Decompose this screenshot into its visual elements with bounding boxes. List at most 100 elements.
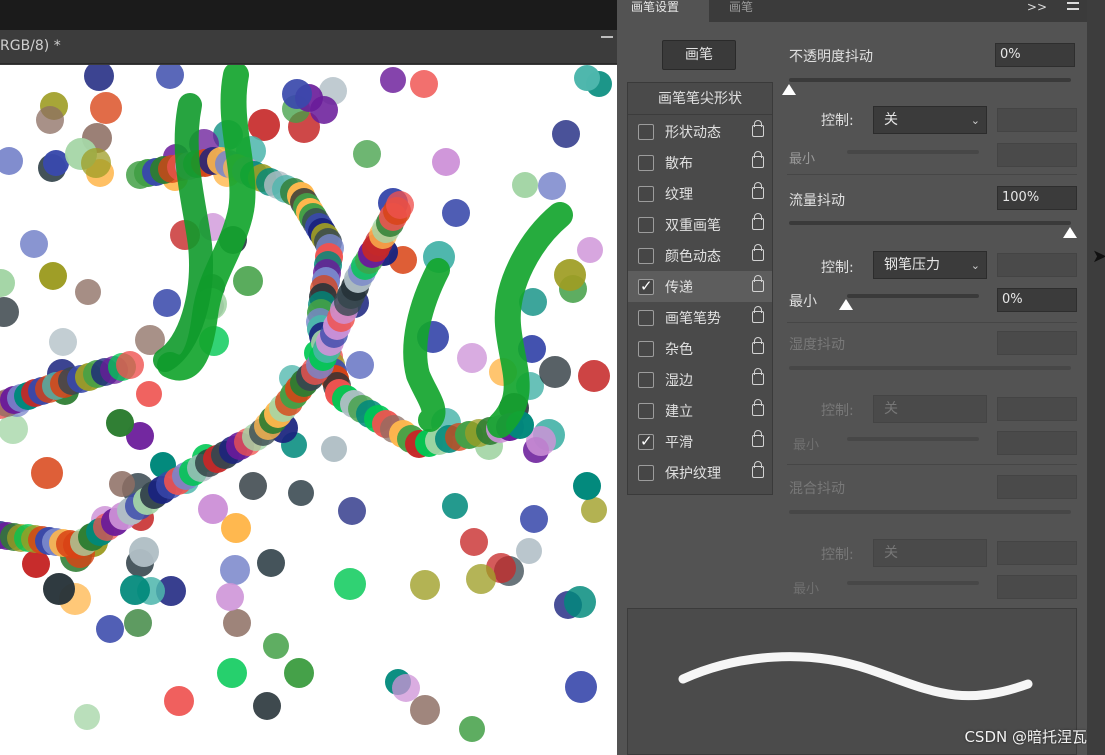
brush-option-item[interactable]: 形状动态 xyxy=(628,116,772,147)
flow-min-slider[interactable] xyxy=(847,294,979,298)
brush-options-list: 画笔笔尖形状 形状动态散布纹理双重画笔颜色动态传递画笔笔势杂色湿边建立平滑保护纹… xyxy=(627,82,773,495)
brush-option-item[interactable]: 建立 xyxy=(628,395,772,426)
brush-option-item[interactable]: 杂色 xyxy=(628,333,772,364)
opacity-jitter-label: 不透明度抖动 xyxy=(789,49,873,65)
lock-icon[interactable] xyxy=(752,461,764,478)
brush-option-item[interactable]: 保护纹理 xyxy=(628,457,772,488)
opacity-jitter-thumb[interactable] xyxy=(782,84,796,95)
brush-option-item[interactable]: 双重画笔 xyxy=(628,209,772,240)
paint-dot xyxy=(263,633,289,659)
brush-tip-shape-item[interactable]: 画笔笔尖形状 xyxy=(628,83,772,115)
paint-dot xyxy=(129,537,159,567)
option-label: 传递 xyxy=(665,280,693,296)
option-checkbox[interactable] xyxy=(638,432,654,450)
opacity-jitter-value[interactable]: 0% xyxy=(995,43,1075,67)
lock-icon[interactable] xyxy=(752,244,764,261)
mix-control-value: 关 xyxy=(884,545,898,561)
paint-dot xyxy=(153,289,181,317)
option-label: 杂色 xyxy=(665,342,693,358)
option-checkbox[interactable] xyxy=(638,124,654,140)
lock-icon[interactable] xyxy=(752,275,764,292)
paint-dot xyxy=(0,297,19,327)
lock-icon[interactable] xyxy=(752,399,764,416)
paint-dot xyxy=(353,140,381,168)
brush-option-item[interactable]: 平滑 xyxy=(628,426,772,457)
flow-min-value[interactable]: 0% xyxy=(997,288,1077,312)
lock-icon[interactable] xyxy=(752,368,764,385)
paint-dot xyxy=(120,575,150,605)
paint-dot xyxy=(574,65,600,91)
paint-dot xyxy=(346,351,374,379)
mix-control-select: 关 xyxy=(873,539,987,567)
lock-icon[interactable] xyxy=(752,182,764,199)
mix-min-slider xyxy=(847,581,979,585)
mix-control-extra-field xyxy=(997,541,1077,565)
section-divider xyxy=(787,322,1077,323)
flow-jitter-thumb[interactable] xyxy=(1063,227,1077,238)
brush-presets-button[interactable]: 画笔 xyxy=(662,40,736,70)
lock-icon[interactable] xyxy=(752,306,764,323)
paint-dot xyxy=(380,67,406,93)
option-checkbox[interactable] xyxy=(638,465,654,481)
option-checkbox[interactable] xyxy=(638,372,654,388)
paint-dot xyxy=(156,65,184,89)
option-label: 平滑 xyxy=(665,435,693,451)
mix-min-label: 最小 xyxy=(793,582,820,597)
paint-dot xyxy=(565,671,597,703)
paint-dot xyxy=(31,457,63,489)
opacity-min-label: 最小 xyxy=(789,152,816,167)
paint-dot xyxy=(106,409,134,437)
document-tab[interactable]: RGB/8) * xyxy=(0,30,617,64)
flow-jitter-slider[interactable] xyxy=(789,221,1071,225)
option-checkbox[interactable] xyxy=(638,186,654,202)
paint-dot xyxy=(257,549,285,577)
option-checkbox[interactable] xyxy=(638,277,654,295)
paint-dot xyxy=(0,147,23,175)
brush-option-item[interactable]: 画笔笔势 xyxy=(628,302,772,333)
lock-icon[interactable] xyxy=(752,337,764,354)
flow-control-select[interactable]: 钢笔压力 ⌄ xyxy=(873,251,987,279)
option-checkbox[interactable] xyxy=(638,155,654,171)
option-checkbox[interactable] xyxy=(638,217,654,233)
opacity-control-select[interactable]: 关 ⌄ xyxy=(873,106,987,134)
tab-brush-settings[interactable]: 画笔设置 xyxy=(617,0,709,22)
lock-icon[interactable] xyxy=(752,430,764,447)
option-checkbox[interactable] xyxy=(638,248,654,264)
flow-jitter-value[interactable]: 100% xyxy=(997,186,1077,210)
lock-icon[interactable] xyxy=(752,151,764,168)
paint-dot xyxy=(392,674,420,702)
paint-dot xyxy=(432,148,460,176)
paint-dot xyxy=(282,79,312,109)
option-label: 散布 xyxy=(665,156,693,172)
paint-dot xyxy=(75,279,101,305)
brush-option-item[interactable]: 纹理 xyxy=(628,178,772,209)
option-label: 纹理 xyxy=(665,187,693,203)
lock-icon[interactable] xyxy=(752,213,764,230)
option-checkbox[interactable] xyxy=(638,310,654,326)
minimize-icon[interactable] xyxy=(601,36,613,38)
lock-icon[interactable] xyxy=(752,120,764,137)
paint-dot xyxy=(49,328,77,356)
paint-dot xyxy=(136,381,162,407)
flow-jitter-label: 流量抖动 xyxy=(789,193,845,209)
flow-min-thumb[interactable] xyxy=(839,299,853,310)
paint-dot xyxy=(74,704,100,730)
paint-dot xyxy=(516,538,542,564)
option-checkbox[interactable] xyxy=(638,341,654,357)
option-checkbox[interactable] xyxy=(638,403,654,419)
wetness-min-slider xyxy=(847,437,979,441)
brush-option-item[interactable]: 颜色动态 xyxy=(628,240,772,271)
brush-option-item[interactable]: 传递 xyxy=(628,271,772,302)
tab-brushes[interactable]: 画笔 xyxy=(715,0,767,22)
paint-dot xyxy=(578,360,610,392)
paint-dot xyxy=(442,199,470,227)
paint-dot xyxy=(39,262,67,290)
paint-dot xyxy=(0,414,28,444)
wetness-min-label: 最小 xyxy=(793,438,820,453)
paint-dot xyxy=(338,497,366,525)
opacity-jitter-slider[interactable] xyxy=(789,78,1071,82)
brush-option-item[interactable]: 散布 xyxy=(628,147,772,178)
canvas[interactable] xyxy=(0,65,617,755)
opacity-control-value: 关 xyxy=(884,112,898,128)
brush-option-item[interactable]: 湿边 xyxy=(628,364,772,395)
